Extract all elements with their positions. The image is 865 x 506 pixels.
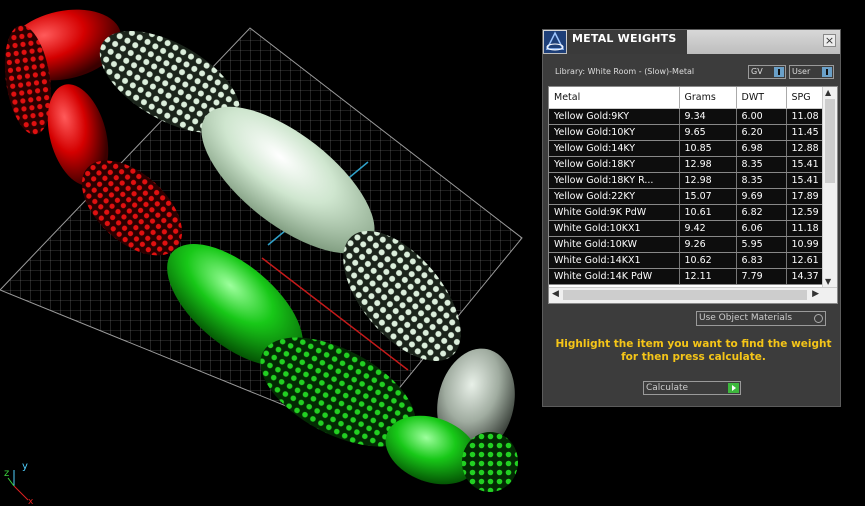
calculate-button[interactable]: Calculate bbox=[643, 381, 741, 395]
table-row[interactable]: White Gold:14K PdW 12.11 7.79 14.37 bbox=[549, 268, 823, 285]
metal-cell: Yellow Gold:9KY bbox=[549, 108, 680, 125]
metal-weights-table: Metal Grams DWT SPG Yellow Gold:9KY 9.34 6… bbox=[549, 87, 823, 285]
grams-cell: 12.98 bbox=[679, 156, 737, 173]
metal-cell: Yellow Gold:14KY bbox=[549, 140, 680, 157]
use-object-materials-button[interactable]: Use Object Materials bbox=[696, 311, 826, 326]
spg-cell: 12.88 bbox=[786, 140, 823, 157]
grams-cell: 15.07 bbox=[679, 188, 737, 205]
dwt-cell: 6.00 bbox=[736, 108, 787, 125]
spg-cell: 14.37 bbox=[786, 268, 823, 285]
metal-cell: White Gold:14K PdW bbox=[549, 268, 680, 285]
metal-cell: Yellow Gold:18KY R... bbox=[549, 172, 680, 189]
grams-cell: 10.61 bbox=[679, 204, 737, 221]
radio-icon bbox=[814, 314, 823, 323]
table-row[interactable]: White Gold:10KW 9.26 5.95 10.99 bbox=[549, 236, 823, 253]
spg-cell: 15.41 bbox=[786, 172, 823, 189]
scroll-up-icon[interactable]: ▲ bbox=[825, 88, 831, 97]
play-icon bbox=[728, 383, 739, 393]
metal-cell: Yellow Gold:22KY bbox=[549, 188, 680, 205]
app-logo-icon bbox=[544, 31, 566, 53]
metal-cell: White Gold:14KX1 bbox=[549, 252, 680, 269]
gv-label: GV bbox=[751, 67, 763, 76]
metal-table-container: Metal Grams DWT SPG Yellow Gold:9KY 9.34 6… bbox=[548, 86, 838, 304]
grams-cell: 9.42 bbox=[679, 220, 737, 237]
spg-cell: 11.08 bbox=[786, 108, 823, 125]
axis-label-x: x bbox=[28, 497, 34, 504]
scroll-down-icon[interactable]: ▼ bbox=[825, 277, 831, 286]
user-indicator-icon bbox=[822, 67, 832, 77]
grams-cell: 12.98 bbox=[679, 172, 737, 189]
metal-cell: Yellow Gold:10KY bbox=[549, 124, 680, 141]
column-header-metal[interactable]: Metal bbox=[549, 87, 680, 109]
table-row[interactable]: Yellow Gold:14KY 10.85 6.98 12.88 bbox=[549, 140, 823, 157]
horizontal-scrollbar[interactable]: ◀ ▶ bbox=[549, 287, 837, 303]
gv-button[interactable]: GV bbox=[748, 65, 786, 79]
metal-cell: White Gold:10KW bbox=[549, 236, 680, 253]
spg-cell: 10.99 bbox=[786, 236, 823, 253]
table-row[interactable]: White Gold:9K PdW 10.61 6.82 12.59 bbox=[549, 204, 823, 221]
table-row[interactable]: Yellow Gold:18KY R... 12.98 8.35 15.41 bbox=[549, 172, 823, 189]
column-header-dwt[interactable]: DWT bbox=[736, 87, 787, 109]
user-label: User bbox=[792, 67, 811, 76]
metal-weights-panel: METAL WEIGHTS × Library: White Room - (S… bbox=[542, 29, 841, 407]
grams-cell: 12.11 bbox=[679, 268, 737, 285]
table-row[interactable]: Yellow Gold:9KY 9.34 6.00 11.08 bbox=[549, 108, 823, 125]
dwt-cell: 8.35 bbox=[736, 172, 787, 189]
scroll-right-icon[interactable]: ▶ bbox=[812, 289, 819, 299]
table-header-row: Metal Grams DWT SPG bbox=[549, 87, 823, 109]
axis-label-z: z bbox=[4, 468, 9, 479]
panel-title: METAL WEIGHTS bbox=[572, 32, 677, 45]
table-row[interactable]: White Gold:14KX1 10.62 6.83 12.61 bbox=[549, 252, 823, 269]
spg-cell: 11.18 bbox=[786, 220, 823, 237]
vertical-scroll-thumb[interactable] bbox=[825, 99, 835, 183]
dwt-cell: 6.82 bbox=[736, 204, 787, 221]
grams-cell: 10.62 bbox=[679, 252, 737, 269]
dwt-cell: 7.79 bbox=[736, 268, 787, 285]
green-mesh-right bbox=[462, 432, 518, 492]
column-header-grams[interactable]: Grams bbox=[679, 87, 737, 109]
panel-titlebar[interactable]: METAL WEIGHTS × bbox=[543, 30, 840, 54]
table-row[interactable]: White Gold:10KX1 9.42 6.06 11.18 bbox=[549, 220, 823, 237]
table-row[interactable]: Yellow Gold:22KY 15.07 9.69 17.89 bbox=[549, 188, 823, 205]
instructions-text: Highlight the item you want to find the … bbox=[555, 338, 832, 363]
table-row[interactable]: Yellow Gold:18KY 12.98 8.35 15.41 bbox=[549, 156, 823, 173]
dwt-cell: 5.95 bbox=[736, 236, 787, 253]
3d-viewport[interactable] bbox=[0, 0, 540, 506]
metal-cell: Yellow Gold:18KY bbox=[549, 156, 680, 173]
grams-cell: 9.26 bbox=[679, 236, 737, 253]
use-object-materials-label: Use Object Materials bbox=[699, 313, 793, 323]
dwt-cell: 6.06 bbox=[736, 220, 787, 237]
dwt-cell: 9.69 bbox=[736, 188, 787, 205]
table-row[interactable]: Yellow Gold:10KY 9.65 6.20 11.45 bbox=[549, 124, 823, 141]
horizontal-scroll-thumb[interactable] bbox=[563, 290, 807, 300]
spg-cell: 17.89 bbox=[786, 188, 823, 205]
gv-indicator-icon bbox=[774, 67, 784, 77]
grams-cell: 9.65 bbox=[679, 124, 737, 141]
spg-cell: 15.41 bbox=[786, 156, 823, 173]
grams-cell: 10.85 bbox=[679, 140, 737, 157]
column-header-spg[interactable]: SPG bbox=[786, 87, 823, 109]
close-button[interactable]: × bbox=[823, 34, 836, 47]
grams-cell: 9.34 bbox=[679, 108, 737, 125]
scroll-left-icon[interactable]: ◀ bbox=[552, 289, 559, 299]
spg-cell: 12.59 bbox=[786, 204, 823, 221]
vertical-scrollbar[interactable]: ▲ ▼ bbox=[822, 87, 837, 287]
calculate-label: Calculate bbox=[646, 383, 689, 393]
spg-cell: 11.45 bbox=[786, 124, 823, 141]
axis-label-y: y bbox=[22, 461, 28, 472]
axis-gizmo: y z x bbox=[4, 461, 34, 504]
dwt-cell: 6.83 bbox=[736, 252, 787, 269]
spg-cell: 12.61 bbox=[786, 252, 823, 269]
metal-cell: White Gold:10KX1 bbox=[549, 220, 680, 237]
dwt-cell: 8.35 bbox=[736, 156, 787, 173]
user-button[interactable]: User bbox=[789, 65, 834, 79]
dwt-cell: 6.20 bbox=[736, 124, 787, 141]
metal-cell: White Gold:9K PdW bbox=[549, 204, 680, 221]
library-label: Library: White Room - (Slow)-Metal bbox=[555, 67, 695, 76]
dwt-cell: 6.98 bbox=[736, 140, 787, 157]
